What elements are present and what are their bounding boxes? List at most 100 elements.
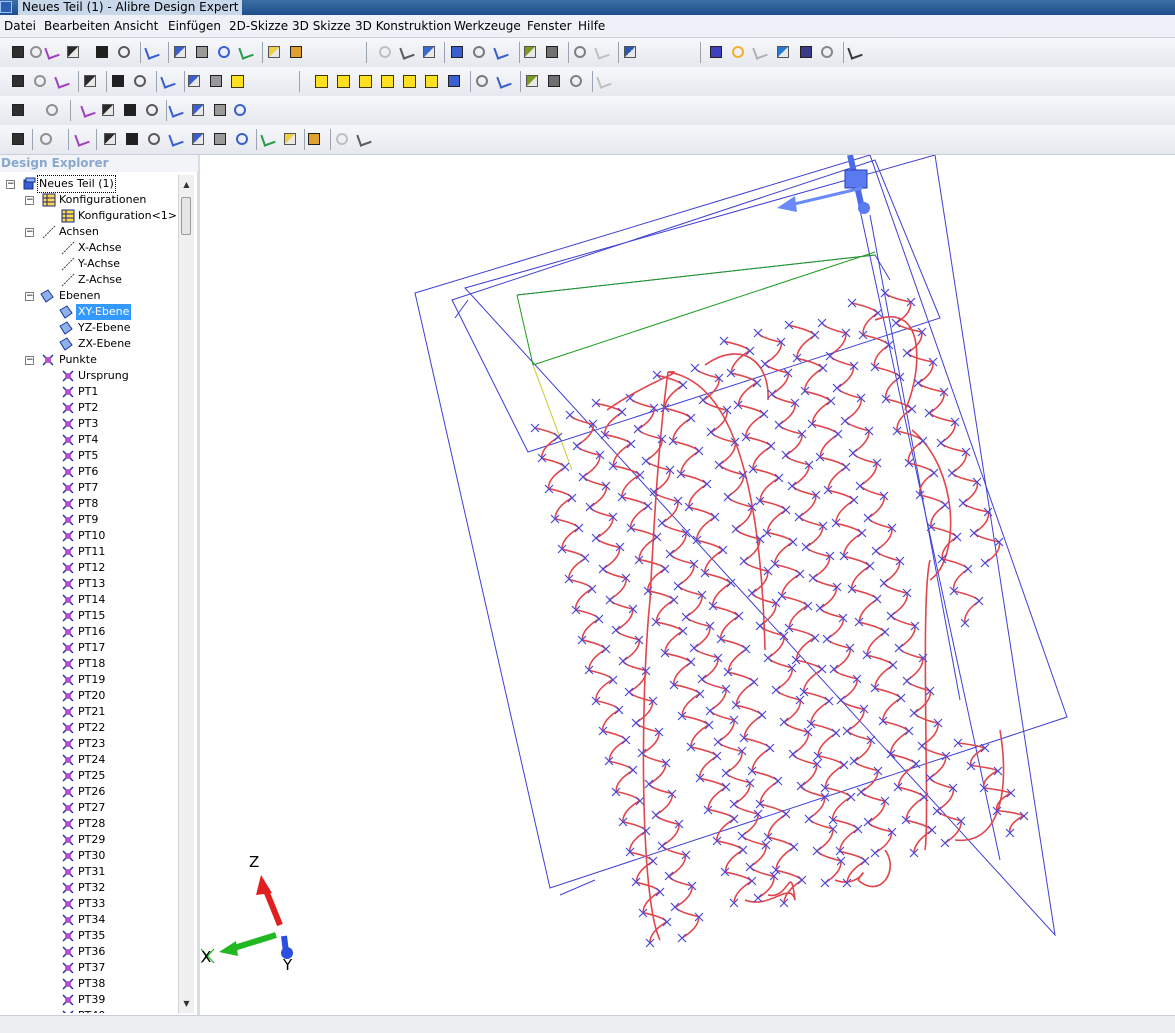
constraint-e-icon-button[interactable] (146, 131, 162, 147)
menu-ansicht[interactable]: Ansicht (114, 15, 158, 37)
sketch-point[interactable] (626, 439, 636, 449)
sketch-point[interactable] (824, 696, 834, 706)
sketch-point[interactable] (888, 660, 898, 670)
collapse-icon[interactable]: − (25, 292, 34, 301)
sketch-point[interactable] (980, 558, 990, 568)
sketch-point[interactable] (947, 468, 957, 478)
zoom-fit-icon-button[interactable] (471, 44, 487, 60)
sketch-point[interactable] (873, 308, 883, 318)
sketch-point[interactable] (952, 532, 962, 542)
sketch-point[interactable] (810, 633, 820, 643)
sketch-point[interactable] (1019, 811, 1029, 821)
3d-viewport[interactable]: Z X Y (200, 154, 1175, 1015)
sketch-point[interactable] (755, 621, 765, 631)
sketch-point[interactable] (665, 549, 675, 559)
sketch-point-icon-button[interactable] (752, 44, 768, 60)
tree-item-point[interactable]: PT7 (61, 480, 176, 496)
sketch-point[interactable] (932, 806, 942, 816)
sketch-point[interactable] (578, 472, 588, 482)
move-handle-ball[interactable] (858, 202, 870, 214)
sketch-point[interactable] (825, 351, 835, 361)
copy-icon-button[interactable] (172, 44, 188, 60)
sketch-point[interactable] (585, 502, 595, 512)
tree-item-point[interactable]: PT29 (61, 832, 176, 848)
move-handle-shaft[interactable] (789, 186, 863, 207)
sketch-point[interactable] (788, 537, 798, 547)
sketch-point[interactable] (712, 751, 722, 761)
tree-item-point[interactable]: PT25 (61, 768, 176, 784)
sketch-point[interactable] (924, 408, 934, 418)
sketch-point[interactable] (635, 796, 645, 806)
sketch-point[interactable] (598, 564, 608, 574)
box-icon-button[interactable] (38, 131, 54, 147)
sketch-point[interactable] (826, 396, 836, 406)
point-b-icon-button[interactable] (212, 102, 228, 118)
sketch-point[interactable] (794, 512, 804, 522)
tree-item-yz-ebene[interactable]: YZ-Ebene (59, 320, 176, 336)
sketch-point[interactable] (749, 677, 759, 687)
sketch-point[interactable] (925, 773, 935, 783)
zoom-window-icon-button[interactable] (449, 44, 465, 60)
sketch-point[interactable] (884, 340, 894, 350)
redirect-icon-button[interactable] (44, 102, 60, 118)
redo-icon-button[interactable] (266, 44, 282, 60)
sketch-point[interactable] (678, 380, 688, 390)
sketch-point[interactable] (817, 318, 827, 328)
sketch-point[interactable] (704, 720, 714, 730)
sketch-point[interactable] (745, 862, 755, 872)
cube-1-icon-button[interactable] (230, 73, 246, 89)
sketch-point[interactable] (729, 799, 739, 809)
rotate-icon-button[interactable] (399, 44, 415, 60)
constraint-a-icon-button[interactable] (10, 131, 26, 147)
sketch-point[interactable] (781, 505, 791, 515)
sketch-point[interactable] (963, 564, 973, 574)
collapse-icon[interactable]: − (6, 180, 15, 189)
sketch-point[interactable] (702, 479, 712, 489)
tool-e-icon-button[interactable] (186, 73, 202, 89)
menu-datei[interactable]: Datei (4, 15, 36, 37)
sketch-point[interactable] (567, 493, 577, 503)
tree-item-zx-ebene[interactable]: ZX-Ebene (59, 336, 176, 352)
sketch-point[interactable] (651, 810, 661, 820)
sketch-point[interactable] (591, 398, 601, 408)
tree-item-point[interactable]: PT12 (61, 560, 176, 576)
scroll-up-icon[interactable]: ▲ (179, 177, 194, 192)
constraint-g-icon-button[interactable] (190, 131, 206, 147)
sketch-point[interactable] (574, 523, 584, 533)
sketch-point[interactable] (879, 578, 889, 588)
sketch-point[interactable] (739, 556, 749, 566)
sketch-point[interactable] (719, 336, 729, 346)
constraint-l-icon-button[interactable] (306, 131, 322, 147)
back-icon-button[interactable] (493, 44, 509, 60)
constraint-h-icon-button[interactable] (212, 131, 228, 147)
tree-item-point[interactable]: PT37 (61, 960, 176, 976)
sketch-point[interactable] (818, 363, 828, 373)
sketch-point[interactable] (655, 887, 665, 897)
sketch-point[interactable] (894, 643, 904, 653)
spline-curve[interactable] (595, 402, 753, 904)
cube-5-icon-button[interactable] (380, 73, 396, 89)
sketch-point[interactable] (863, 513, 873, 523)
tool-icon-button[interactable] (798, 44, 814, 60)
sketch-point[interactable] (886, 611, 896, 621)
tool-a-icon-button[interactable] (82, 73, 98, 89)
menu-werkzeuge[interactable]: Werkzeuge (454, 15, 521, 37)
constraint-f-icon-button[interactable] (168, 131, 184, 147)
sketch-point[interactable] (664, 871, 674, 881)
sketch-point[interactable] (618, 656, 628, 666)
spline-curve[interactable] (957, 742, 1026, 834)
tree-item-point[interactable]: PT32 (61, 880, 176, 896)
tree-item-point[interactable]: PT14 (61, 592, 176, 608)
tree-item-z-achse[interactable]: Z-Achse (61, 272, 176, 288)
line-d-icon-button[interactable] (144, 102, 160, 118)
table-icon-button[interactable] (775, 44, 791, 60)
sketch-point[interactable] (803, 601, 813, 611)
sketch-point[interactable] (855, 481, 865, 491)
sketch-point[interactable] (797, 875, 807, 885)
tool-d-icon-button[interactable] (160, 73, 176, 89)
sketch-point[interactable] (781, 809, 791, 819)
cube-2-icon-button[interactable] (314, 73, 330, 89)
scatter-icon-button[interactable] (524, 73, 540, 89)
sketch-point[interactable] (896, 693, 906, 703)
sketch-point[interactable] (880, 627, 890, 637)
